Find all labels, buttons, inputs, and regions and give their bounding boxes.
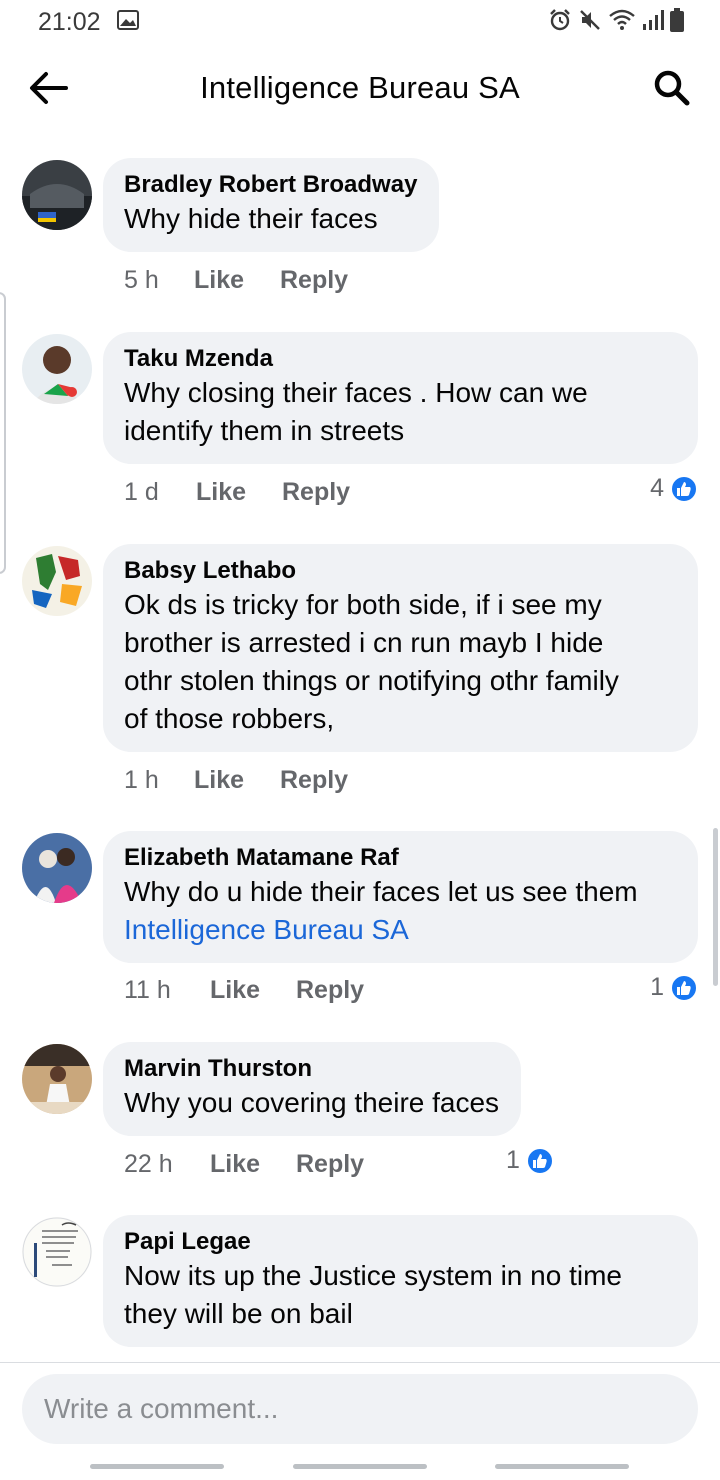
reaction-count[interactable]: 4 <box>650 474 698 503</box>
nav-back-button[interactable] <box>495 1464 629 1469</box>
page-title: Intelligence Bureau SA <box>200 70 520 105</box>
comment-bubble[interactable]: Marvin Thurston Why you covering theire … <box>103 1042 522 1136</box>
page-mention-link[interactable]: Intelligence Bureau SA <box>124 911 676 949</box>
like-reaction-icon <box>525 1146 554 1175</box>
comment-text: Why hide their faces <box>124 203 378 234</box>
avatar[interactable] <box>22 334 92 404</box>
system-nav-bar <box>0 1452 720 1480</box>
comment-actions: 11 h Like Reply <box>124 976 364 1005</box>
search-button[interactable] <box>650 66 694 110</box>
status-icons <box>548 8 684 32</box>
like-button[interactable]: Like <box>194 266 280 295</box>
comment-time[interactable]: 1 d <box>124 478 196 507</box>
comment-text: identify them in streets <box>124 415 405 446</box>
avatar[interactable] <box>22 1217 92 1287</box>
comment-text: of those robbers, <box>124 703 335 734</box>
reply-button[interactable]: Reply <box>282 478 350 507</box>
reaction-number: 4 <box>650 474 664 502</box>
nav-recents-button[interactable] <box>90 1464 224 1469</box>
comment-text: Why you covering theire faces <box>124 1087 500 1118</box>
app-bar: Intelligence Bureau SA <box>0 44 720 134</box>
comment-bubble[interactable]: Papi Legae Now its up the Justice system… <box>103 1215 698 1347</box>
status-time: 21:02 <box>38 8 101 36</box>
like-reaction-icon <box>670 973 698 1002</box>
composer-divider <box>0 1362 720 1363</box>
comment-author[interactable]: Papi Legae <box>124 1227 676 1257</box>
nav-home-button[interactable] <box>293 1464 427 1469</box>
mute-icon <box>580 10 600 30</box>
comment-text: Why closing their faces . How can we <box>124 377 588 408</box>
comment-author[interactable]: Marvin Thurston <box>124 1054 499 1084</box>
comment-time[interactable]: 11 h <box>124 976 210 1005</box>
comment-text: othr stolen things or notifying othr fam… <box>124 665 619 696</box>
comment-author[interactable]: Elizabeth Matamane Raf <box>124 843 676 873</box>
comment-author[interactable]: Taku Mzenda <box>124 344 676 374</box>
comment-bubble[interactable]: Babsy Lethabo Ok ds is tricky for both s… <box>103 544 698 752</box>
comment-bubble[interactable]: Bradley Robert Broadway Why hide their f… <box>103 158 440 252</box>
like-button[interactable]: Like <box>210 1150 296 1179</box>
comment-bubble[interactable]: Elizabeth Matamane Raf Why do u hide the… <box>103 831 698 963</box>
signal-icon <box>643 10 664 30</box>
reaction-count[interactable]: 1 <box>650 973 698 1002</box>
alarm-icon <box>550 9 570 31</box>
reaction-number: 1 <box>650 973 664 1001</box>
comment-time[interactable]: 1 h <box>124 766 194 795</box>
comment-actions: 22 h Like Reply <box>124 1150 364 1179</box>
like-button[interactable]: Like <box>210 976 296 1005</box>
battery-icon <box>670 8 684 32</box>
comment-text: Ok ds is tricky for both side, if i see … <box>124 589 602 620</box>
reply-button[interactable]: Reply <box>296 1150 364 1179</box>
avatar[interactable] <box>22 1044 92 1114</box>
wifi-icon <box>609 9 635 30</box>
avatar[interactable] <box>22 833 92 903</box>
avatar[interactable] <box>22 160 92 230</box>
scrollbar-thumb[interactable] <box>713 828 718 986</box>
comment-text: Why do u hide their faces let us see the… <box>124 876 638 907</box>
like-reaction-icon <box>670 474 698 503</box>
status-bar: 21:02 <box>0 0 720 44</box>
comment-author[interactable]: Babsy Lethabo <box>124 556 676 586</box>
like-button[interactable]: Like <box>194 766 280 795</box>
reply-button[interactable]: Reply <box>280 266 348 295</box>
reaction-count[interactable]: 1 <box>506 1146 554 1175</box>
comment-actions: 5 h Like Reply <box>124 266 348 295</box>
comment-text: they will be on bail <box>124 1298 353 1329</box>
comment-text: Now its up the Justice system in no time <box>124 1260 622 1291</box>
comment-author[interactable]: Bradley Robert Broadway <box>124 170 417 200</box>
comment-time[interactable]: 5 h <box>124 266 194 295</box>
like-button[interactable]: Like <box>196 478 282 507</box>
comment-composer[interactable] <box>22 1374 698 1444</box>
comment-actions: 1 h Like Reply <box>124 766 348 795</box>
gallery-icon <box>117 10 139 30</box>
comment-time[interactable]: 22 h <box>124 1150 210 1179</box>
search-icon <box>654 70 690 106</box>
comment-input[interactable] <box>22 1374 698 1444</box>
avatar[interactable] <box>22 546 92 616</box>
comment-actions: 1 d Like Reply <box>124 478 350 507</box>
reaction-number: 1 <box>506 1146 520 1174</box>
comment-text: brother is arrested i cn run mayb I hide <box>124 627 604 658</box>
reply-button[interactable]: Reply <box>296 976 364 1005</box>
comment-bubble[interactable]: Taku Mzenda Why closing their faces . Ho… <box>103 332 698 464</box>
edge-handle[interactable] <box>0 292 6 574</box>
reply-button[interactable]: Reply <box>280 766 348 795</box>
